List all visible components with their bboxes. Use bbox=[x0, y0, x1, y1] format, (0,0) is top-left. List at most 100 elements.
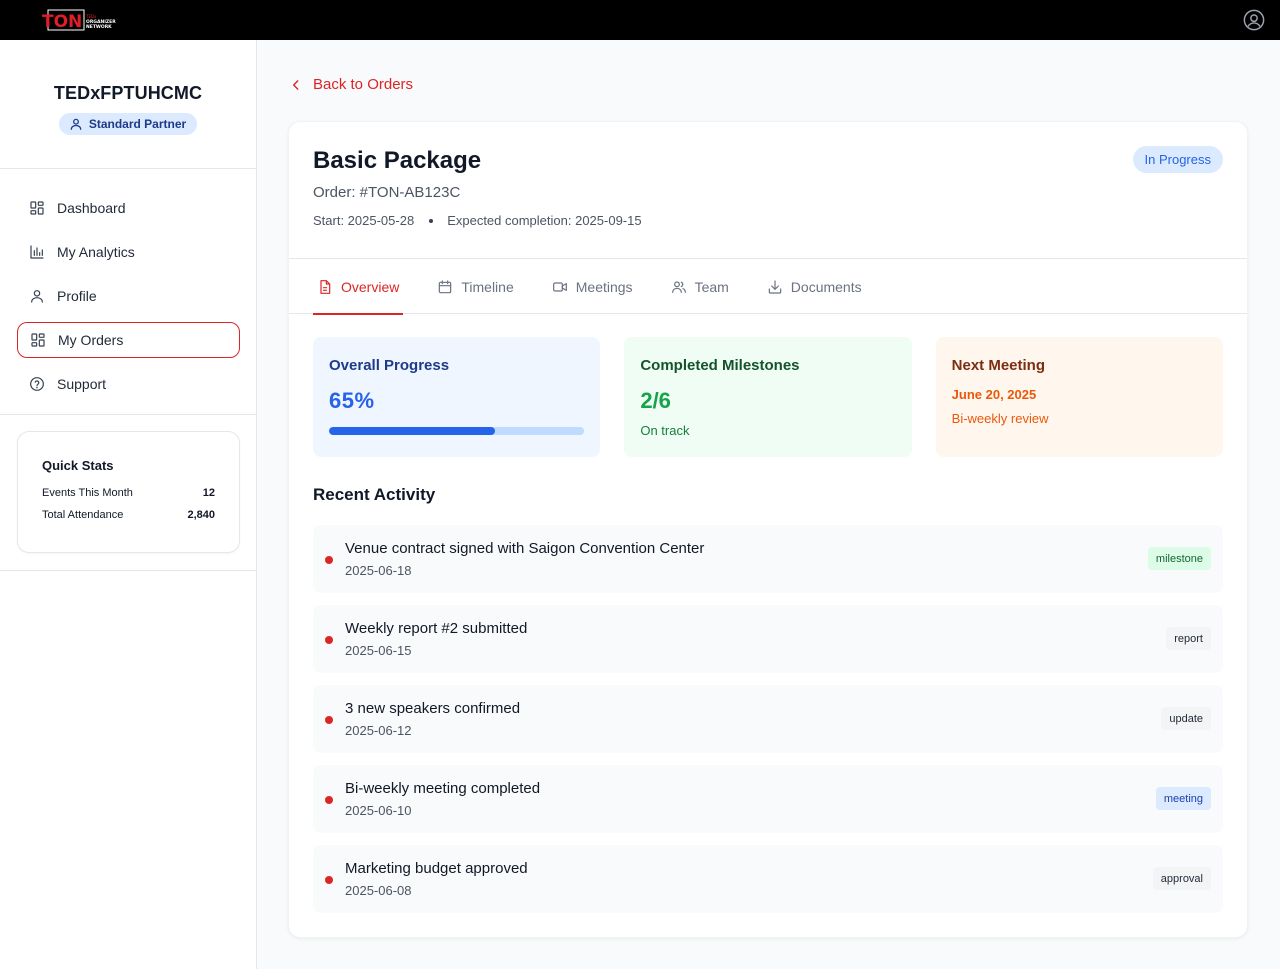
help-icon bbox=[30, 377, 44, 391]
stat-label: Events This Month bbox=[42, 487, 133, 499]
sidebar-item-label: My Analytics bbox=[57, 244, 135, 260]
activity-date: 2025-06-18 bbox=[345, 563, 412, 578]
activity-bullet bbox=[325, 636, 333, 644]
metric-title: Completed Milestones bbox=[640, 357, 800, 374]
activity-date: 2025-06-15 bbox=[345, 643, 412, 658]
sidebar-item-analytics[interactable]: My Analytics bbox=[17, 234, 240, 270]
list-item: Bi-weekly meeting completed 2025-06-10 m… bbox=[313, 765, 1223, 833]
activity-bullet bbox=[325, 876, 333, 884]
activity-title: Marketing budget approved bbox=[345, 860, 528, 877]
activity-bullet bbox=[325, 716, 333, 724]
sidebar-item-label: Profile bbox=[57, 288, 97, 304]
activity-tag: meeting bbox=[1155, 787, 1211, 810]
activity-tag: approval bbox=[1152, 867, 1211, 890]
metrics-row: Overall Progress 65% Completed Milestone… bbox=[313, 337, 1223, 457]
user-icon bbox=[70, 118, 82, 130]
recent-activity-title: Recent Activity bbox=[313, 485, 436, 504]
list-item: Marketing budget approved 2025-06-08 app… bbox=[313, 845, 1223, 913]
sidebar: TEDxFPTUHCMC Standard Partner Dashboard … bbox=[0, 40, 257, 969]
order-dates: Start: 2025-05-28 Expected completion: 2… bbox=[313, 213, 1223, 228]
status-badge: In Progress bbox=[1132, 146, 1223, 173]
metric-title: Next Meeting bbox=[951, 357, 1046, 374]
list-item: 3 new speakers confirmed 2025-06-12 upda… bbox=[313, 685, 1223, 753]
tab-label: Team bbox=[694, 278, 729, 295]
stat-value: 2,840 bbox=[187, 509, 215, 521]
tab-label: Overview bbox=[341, 278, 400, 295]
separator-dot bbox=[429, 218, 434, 223]
activity-title: 3 new speakers confirmed bbox=[345, 700, 521, 717]
sidebar-item-label: My Orders bbox=[58, 332, 124, 348]
quick-stats-card: Quick Stats Events This Month 12 Total A… bbox=[17, 431, 240, 553]
svg-text:NETWORK: NETWORK bbox=[86, 24, 112, 30]
tab-meetings[interactable]: Meetings bbox=[548, 259, 637, 314]
overall-progress-card: Overall Progress 65% bbox=[313, 337, 601, 457]
next-meeting-card: Next Meeting June 20, 2025 Bi-weekly rev… bbox=[935, 337, 1223, 457]
sidebar-item-label: Support bbox=[57, 376, 107, 392]
meeting-description: Bi-weekly review bbox=[951, 411, 1049, 426]
tab-label: Documents bbox=[790, 278, 862, 295]
quick-stats-title: Quick Stats bbox=[42, 458, 114, 473]
stat-value: 12 bbox=[202, 487, 215, 499]
activity-title: Weekly report #2 submitted bbox=[345, 620, 528, 637]
user-avatar-icon[interactable] bbox=[1243, 9, 1265, 31]
completed-milestones-card: Completed Milestones 2/6 On track bbox=[624, 337, 912, 457]
org-block: TEDxFPTUHCMC Standard Partner bbox=[0, 40, 256, 169]
dashboard-icon bbox=[30, 201, 44, 215]
sidebar-item-profile[interactable]: Profile bbox=[17, 278, 240, 314]
stat-label: Total Attendance bbox=[42, 509, 124, 521]
start-date: Start: 2025-05-28 bbox=[313, 213, 415, 228]
document-icon bbox=[320, 279, 331, 294]
package-title: Basic Package bbox=[313, 147, 482, 174]
progress-value: 65% bbox=[329, 388, 375, 413]
top-bar: TON TEDx ORGANIZER NETWORK bbox=[0, 0, 1280, 40]
tab-label: Timeline bbox=[461, 278, 514, 295]
activity-title: Venue contract signed with Saigon Conven… bbox=[345, 540, 705, 557]
video-icon bbox=[552, 281, 567, 292]
partner-badge: Standard Partner bbox=[58, 113, 198, 135]
download-icon bbox=[768, 279, 782, 294]
activity-date: 2025-06-10 bbox=[345, 803, 412, 818]
activity-bullet bbox=[325, 796, 333, 804]
tab-documents[interactable]: Documents bbox=[763, 259, 866, 314]
progress-bar-fill bbox=[329, 427, 495, 435]
milestones-value: 2/6 bbox=[640, 388, 671, 413]
list-item: Venue contract signed with Saigon Conven… bbox=[313, 525, 1223, 593]
back-link-label: Back to Orders bbox=[313, 76, 414, 93]
tab-timeline[interactable]: Timeline bbox=[433, 259, 517, 314]
analytics-icon bbox=[30, 245, 44, 259]
sidebar-item-my-orders[interactable]: My Orders bbox=[17, 322, 240, 358]
tab-overview[interactable]: Overview bbox=[313, 259, 404, 315]
sidebar-item-dashboard[interactable]: Dashboard bbox=[17, 190, 240, 226]
metric-title: Overall Progress bbox=[329, 357, 450, 374]
activity-tag: update bbox=[1161, 707, 1211, 730]
activity-date: 2025-06-12 bbox=[345, 723, 412, 738]
sidebar-nav: Dashboard My Analytics Profile My Orders bbox=[0, 169, 256, 415]
expected-completion: Expected completion: 2025-09-15 bbox=[447, 213, 642, 228]
activity-tag: milestone bbox=[1147, 547, 1211, 570]
tab-bar: Overview Timeline Meetings Team Document… bbox=[289, 259, 1247, 315]
order-id: Order: #TON-AB123C bbox=[313, 184, 461, 201]
meeting-date: June 20, 2025 bbox=[951, 387, 1037, 402]
activity-tag: report bbox=[1166, 627, 1211, 650]
back-to-orders-link[interactable]: Back to Orders bbox=[289, 76, 413, 93]
svg-text:TON: TON bbox=[42, 12, 82, 31]
org-name: TEDxFPTUHCMC bbox=[53, 83, 203, 103]
team-icon bbox=[671, 280, 686, 293]
sidebar-item-label: Dashboard bbox=[57, 200, 126, 216]
order-detail-card: Basic Package Order: #TON-AB123C Start: … bbox=[288, 121, 1248, 938]
sidebar-item-support[interactable]: Support bbox=[17, 366, 240, 402]
stat-row: Total Attendance 2,840 bbox=[42, 509, 215, 521]
activity-bullet bbox=[325, 556, 333, 564]
stat-row: Events This Month 12 bbox=[42, 487, 215, 499]
tab-label: Meetings bbox=[575, 278, 633, 295]
activity-date: 2025-06-08 bbox=[345, 883, 412, 898]
partner-badge-label: Standard Partner bbox=[88, 117, 187, 131]
orders-icon bbox=[31, 333, 45, 347]
tab-team[interactable]: Team bbox=[667, 259, 733, 314]
user-icon bbox=[31, 290, 43, 303]
calendar-icon bbox=[439, 279, 452, 293]
ton-logo[interactable]: TON TEDx ORGANIZER NETWORK bbox=[42, 9, 120, 31]
order-header: Basic Package Order: #TON-AB123C Start: … bbox=[289, 122, 1247, 259]
progress-bar bbox=[329, 427, 585, 435]
chevron-left-icon bbox=[292, 79, 299, 90]
